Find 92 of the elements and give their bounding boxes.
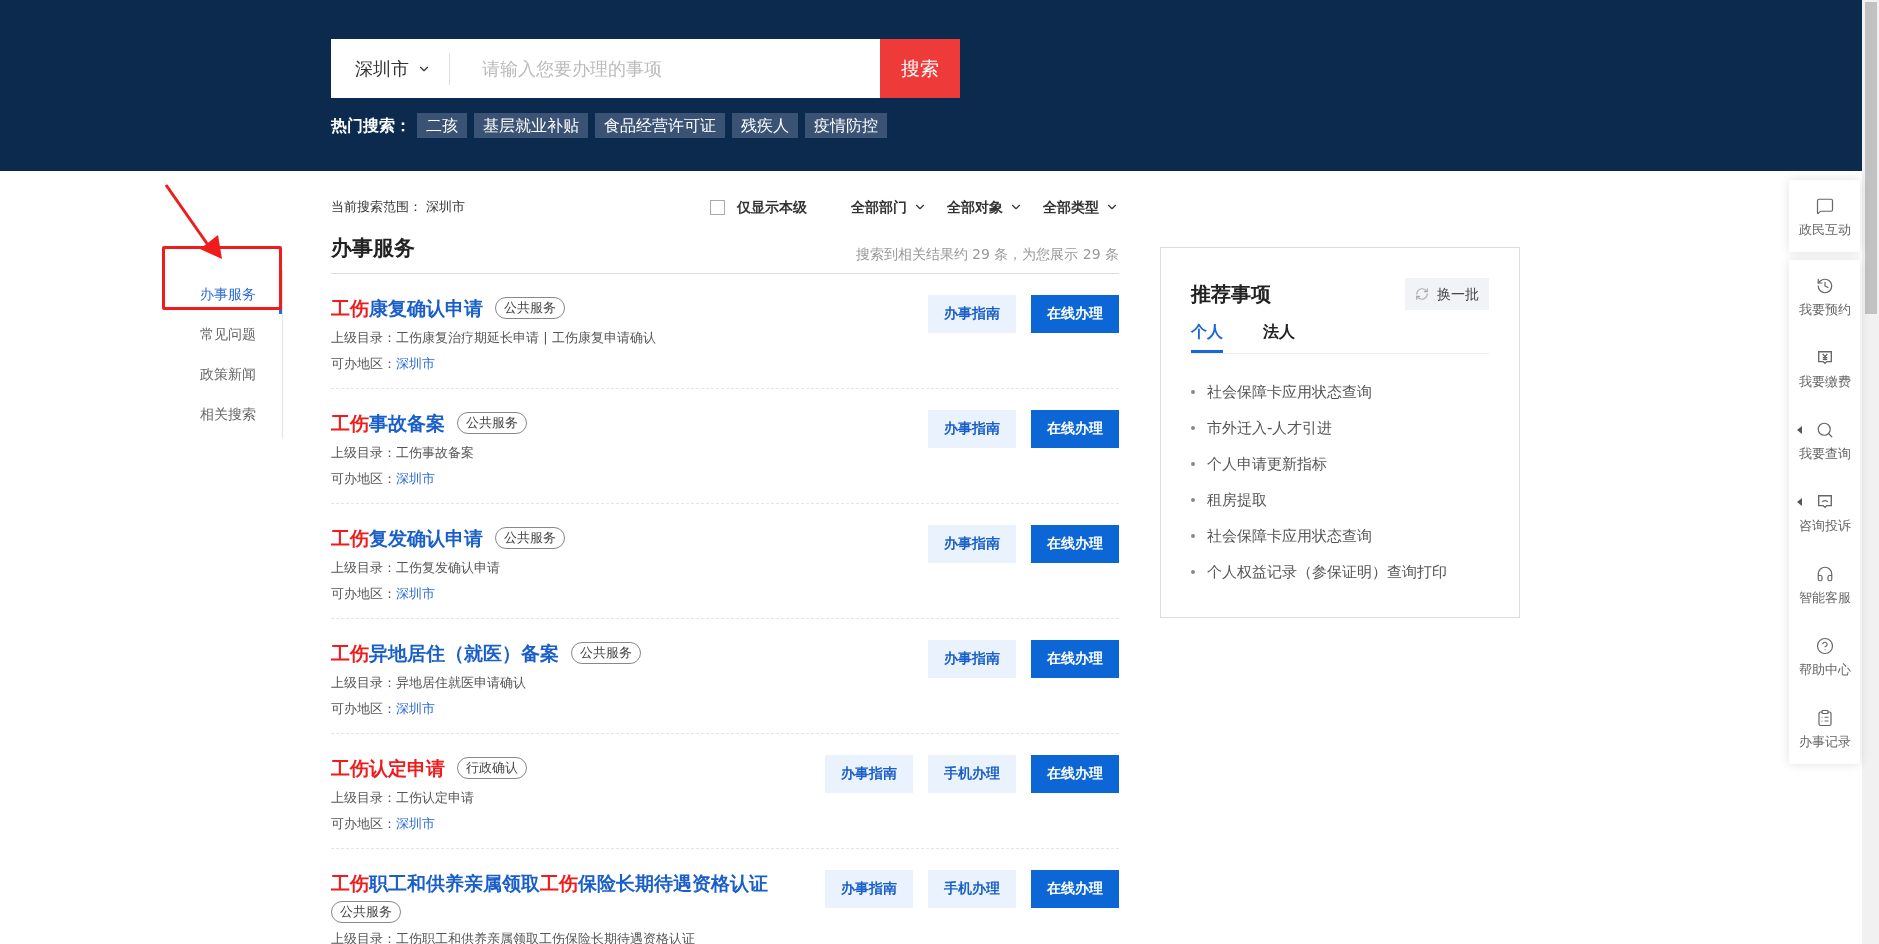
toolbar-item[interactable]: 办事记录 bbox=[1789, 692, 1860, 764]
online-button[interactable]: 在线办理 bbox=[1031, 409, 1119, 448]
checkbox[interactable] bbox=[710, 199, 725, 215]
online-button[interactable]: 在线办理 bbox=[1031, 294, 1119, 333]
service-title-link[interactable]: 工伤复发确认申请 bbox=[331, 523, 483, 552]
parent-directory: 上级目录：异地居住就医申请确认 bbox=[331, 674, 527, 692]
search-icon bbox=[1815, 420, 1834, 439]
panel-title: 推荐事项 bbox=[1191, 281, 1271, 308]
refresh-button[interactable]: 换一批 bbox=[1405, 278, 1489, 310]
toolbar-item[interactable]: 帮助中心 bbox=[1789, 620, 1860, 692]
recommend-link[interactable]: 市外迁入-人才引进 bbox=[1207, 416, 1333, 440]
service-title-link[interactable]: 工伤异地居住（就医）备案 bbox=[331, 638, 559, 667]
region-link[interactable]: 深圳市 bbox=[396, 468, 435, 488]
panel-tab[interactable]: 个人 bbox=[1191, 320, 1223, 353]
hot-search-tag[interactable]: 疫情防控 bbox=[805, 113, 887, 138]
bullet-icon bbox=[1191, 462, 1195, 466]
scope-value: 深圳市 bbox=[426, 198, 465, 217]
filter-dropdown[interactable]: 全部对象 bbox=[947, 196, 1023, 218]
clock-icon bbox=[1815, 276, 1834, 295]
guide-button[interactable]: 办事指南 bbox=[825, 869, 913, 908]
region-label: 可办地区： bbox=[331, 584, 396, 603]
help-icon bbox=[1815, 636, 1834, 655]
scope-label: 当前搜索范围： bbox=[331, 198, 422, 217]
toolbar-item[interactable]: 咨询投诉 bbox=[1789, 476, 1860, 548]
parent-directory: 上级目录：工伤认定申请 bbox=[331, 789, 475, 807]
guide-button[interactable]: 办事指南 bbox=[928, 639, 1016, 678]
online-button[interactable]: 在线办理 bbox=[1031, 754, 1119, 793]
yen-note-icon bbox=[1815, 348, 1834, 367]
filter-dropdown[interactable]: 全部类型 bbox=[1043, 196, 1119, 218]
region-label: 可办地区： bbox=[331, 699, 396, 718]
checkbox-label: 仅显示本级 bbox=[737, 197, 807, 217]
refresh-icon bbox=[1415, 287, 1429, 301]
guide-button[interactable]: 办事指南 bbox=[928, 294, 1016, 333]
message-box-icon bbox=[1815, 492, 1834, 511]
recommend-link[interactable]: 个人申请更新指标 bbox=[1207, 452, 1327, 476]
service-title-link[interactable]: 工伤职工和供养亲属领取工伤保险长期待遇资格认证 bbox=[331, 868, 768, 897]
hot-search-tag[interactable]: 基层就业补贴 bbox=[474, 113, 588, 138]
result-summary: 搜索到相关结果约 29 条，为您展示 29 条 bbox=[855, 244, 1119, 264]
parent-directory: 上级目录：工伤复发确认申请 bbox=[331, 559, 501, 577]
hot-search-tag[interactable]: 食品经营许可证 bbox=[595, 113, 725, 138]
sidebar-item[interactable]: 办事服务 bbox=[162, 274, 282, 314]
toolbar-item[interactable]: 智能客服 bbox=[1789, 548, 1860, 620]
guide-button[interactable]: 办事指南 bbox=[928, 409, 1016, 448]
search-button[interactable]: 搜索 bbox=[880, 39, 960, 98]
sidebar-item[interactable]: 相关搜索 bbox=[162, 394, 282, 434]
sidebar-item[interactable]: 政策新闻 bbox=[162, 354, 282, 394]
chat-bubble-icon bbox=[1815, 196, 1834, 215]
region-label: 可办地区： bbox=[331, 814, 396, 833]
region-link[interactable]: 深圳市 bbox=[396, 353, 435, 373]
region-link[interactable]: 深圳市 bbox=[396, 698, 435, 718]
region-link[interactable]: 深圳市 bbox=[396, 583, 435, 603]
scrollbar[interactable] bbox=[1862, 0, 1879, 944]
hot-search-tag[interactable]: 二孩 bbox=[417, 113, 467, 138]
bullet-icon bbox=[1191, 390, 1195, 394]
bullet-icon bbox=[1191, 426, 1195, 430]
panel-tab[interactable]: 法人 bbox=[1263, 320, 1295, 353]
sidebar-item[interactable]: 常见问题 bbox=[162, 314, 282, 354]
recommend-link[interactable]: 社会保障卡应用状态查询 bbox=[1207, 524, 1372, 548]
city-select[interactable]: 深圳市 bbox=[331, 55, 449, 82]
toolbar-item[interactable]: 我要预约 bbox=[1789, 260, 1860, 332]
guide-button[interactable]: 办事指南 bbox=[928, 524, 1016, 563]
service-title-link[interactable]: 工伤认定申请 bbox=[331, 753, 445, 782]
mobile-button[interactable]: 手机办理 bbox=[928, 869, 1016, 908]
section-title: 办事服务 bbox=[331, 235, 415, 262]
service-title-link[interactable]: 工伤事故备案 bbox=[331, 408, 445, 437]
region-label: 可办地区： bbox=[331, 469, 396, 488]
online-button[interactable]: 在线办理 bbox=[1031, 869, 1119, 908]
recommend-link[interactable]: 租房提取 bbox=[1207, 488, 1267, 512]
toolbar-item[interactable]: 我要缴费 bbox=[1789, 332, 1860, 404]
hot-search-label: 热门搜索： bbox=[331, 114, 411, 137]
search-bar[interactable]: 深圳市 请输入您要办理的事项 搜索 bbox=[331, 39, 960, 98]
recommend-link[interactable]: 个人权益记录（参保证明）查询打印 bbox=[1207, 560, 1447, 584]
headset-icon bbox=[1815, 564, 1834, 583]
bullet-icon bbox=[1191, 498, 1195, 502]
parent-directory: 上级目录：工伤康复治疗期延长申请 | 工伤康复申请确认 bbox=[331, 329, 657, 347]
toolbar-item[interactable]: 我要查询 bbox=[1789, 404, 1860, 476]
toolbar-item[interactable]: 政民互动 bbox=[1789, 180, 1860, 252]
recommend-link[interactable]: 社会保障卡应用状态查询 bbox=[1207, 380, 1372, 404]
clipboard-icon bbox=[1815, 708, 1834, 727]
region-label: 可办地区： bbox=[331, 354, 396, 373]
mobile-button[interactable]: 手机办理 bbox=[928, 754, 1016, 793]
online-button[interactable]: 在线办理 bbox=[1031, 524, 1119, 563]
scrollbar-thumb[interactable] bbox=[1864, 2, 1877, 314]
service-title-link[interactable]: 工伤康复确认申请 bbox=[331, 293, 483, 322]
parent-directory: 上级目录：工伤事故备案 bbox=[331, 444, 475, 462]
online-button[interactable]: 在线办理 bbox=[1031, 639, 1119, 678]
region-link[interactable]: 深圳市 bbox=[396, 813, 435, 833]
filter-dropdown[interactable]: 全部部门 bbox=[851, 196, 927, 218]
hot-search-tag[interactable]: 残疾人 bbox=[732, 113, 798, 138]
bullet-icon bbox=[1191, 570, 1195, 574]
guide-button[interactable]: 办事指南 bbox=[825, 754, 913, 793]
bullet-icon bbox=[1191, 534, 1195, 538]
